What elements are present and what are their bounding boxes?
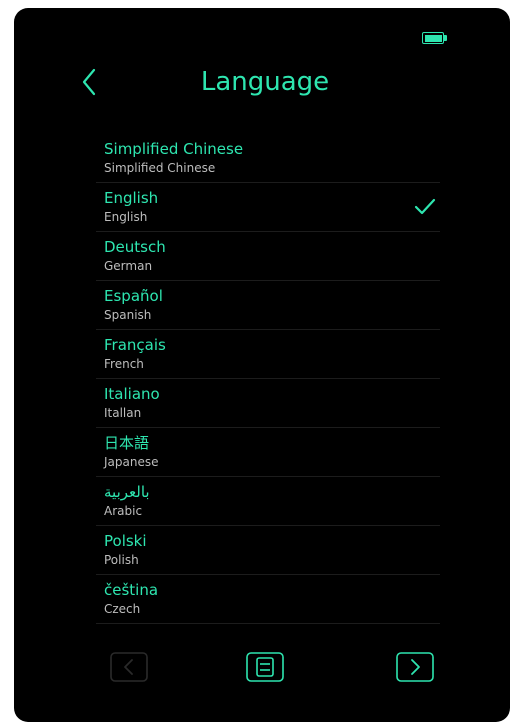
check-icon bbox=[414, 198, 436, 215]
device-screen: Language Simplified Chinese Simplified C… bbox=[14, 8, 510, 722]
language-item-japanese[interactable]: 日本語 Japanese bbox=[96, 428, 440, 477]
language-native-name: Deutsch bbox=[104, 238, 166, 256]
chevron-left-icon bbox=[82, 68, 96, 96]
page-title: Language bbox=[200, 67, 330, 97]
chevron-right-box-icon bbox=[396, 652, 434, 682]
back-button[interactable] bbox=[72, 64, 108, 100]
language-native-name: Simplified Chinese bbox=[104, 140, 244, 158]
language-native-name: Polski bbox=[104, 532, 147, 550]
language-english-name: Spanish bbox=[104, 308, 152, 322]
language-item-simplified-chinese[interactable]: Simplified Chinese Simplified Chinese bbox=[96, 134, 440, 183]
battery-level bbox=[424, 34, 442, 42]
language-english-name: Czech bbox=[104, 602, 141, 616]
language-item-polish[interactable]: Polski Polish bbox=[96, 526, 440, 575]
language-native-name: English bbox=[104, 189, 159, 207]
language-item-french[interactable]: Français French bbox=[96, 330, 440, 379]
language-item-arabic[interactable]: بالعربية Arabic bbox=[96, 477, 440, 526]
language-english-name: Polish bbox=[104, 553, 139, 567]
language-list: Simplified Chinese Simplified Chinese En… bbox=[96, 134, 440, 624]
next-page-button[interactable] bbox=[396, 652, 434, 682]
language-english-name: English bbox=[104, 210, 148, 224]
language-english-name: Simplified Chinese bbox=[104, 161, 216, 175]
save-icon bbox=[246, 652, 284, 682]
battery-icon bbox=[422, 32, 444, 44]
language-item-english[interactable]: English English bbox=[96, 183, 440, 232]
language-item-spanish[interactable]: Español Spanish bbox=[96, 281, 440, 330]
language-native-name: Español bbox=[104, 287, 163, 305]
previous-page-button[interactable] bbox=[110, 652, 148, 682]
language-english-name: German bbox=[104, 259, 153, 273]
language-english-name: Itallan bbox=[104, 406, 142, 420]
language-item-german[interactable]: Deutsch German bbox=[96, 232, 440, 281]
language-native-name: čeština bbox=[104, 581, 159, 599]
chevron-left-box-icon bbox=[110, 652, 148, 682]
battery-cap bbox=[444, 35, 447, 41]
language-native-name: Français bbox=[104, 336, 166, 354]
language-item-czech[interactable]: čeština Czech bbox=[96, 575, 440, 624]
language-native-name: Italiano bbox=[104, 385, 160, 403]
language-native-name: 日本語 bbox=[104, 434, 150, 452]
save-button[interactable] bbox=[246, 652, 284, 682]
language-native-name: بالعربية bbox=[104, 483, 150, 501]
language-item-italian[interactable]: Italiano Itallan bbox=[96, 379, 440, 428]
language-english-name: Japanese bbox=[104, 455, 159, 469]
language-english-name: Arabic bbox=[104, 504, 143, 518]
language-english-name: French bbox=[104, 357, 144, 371]
bottom-bar bbox=[14, 648, 510, 688]
